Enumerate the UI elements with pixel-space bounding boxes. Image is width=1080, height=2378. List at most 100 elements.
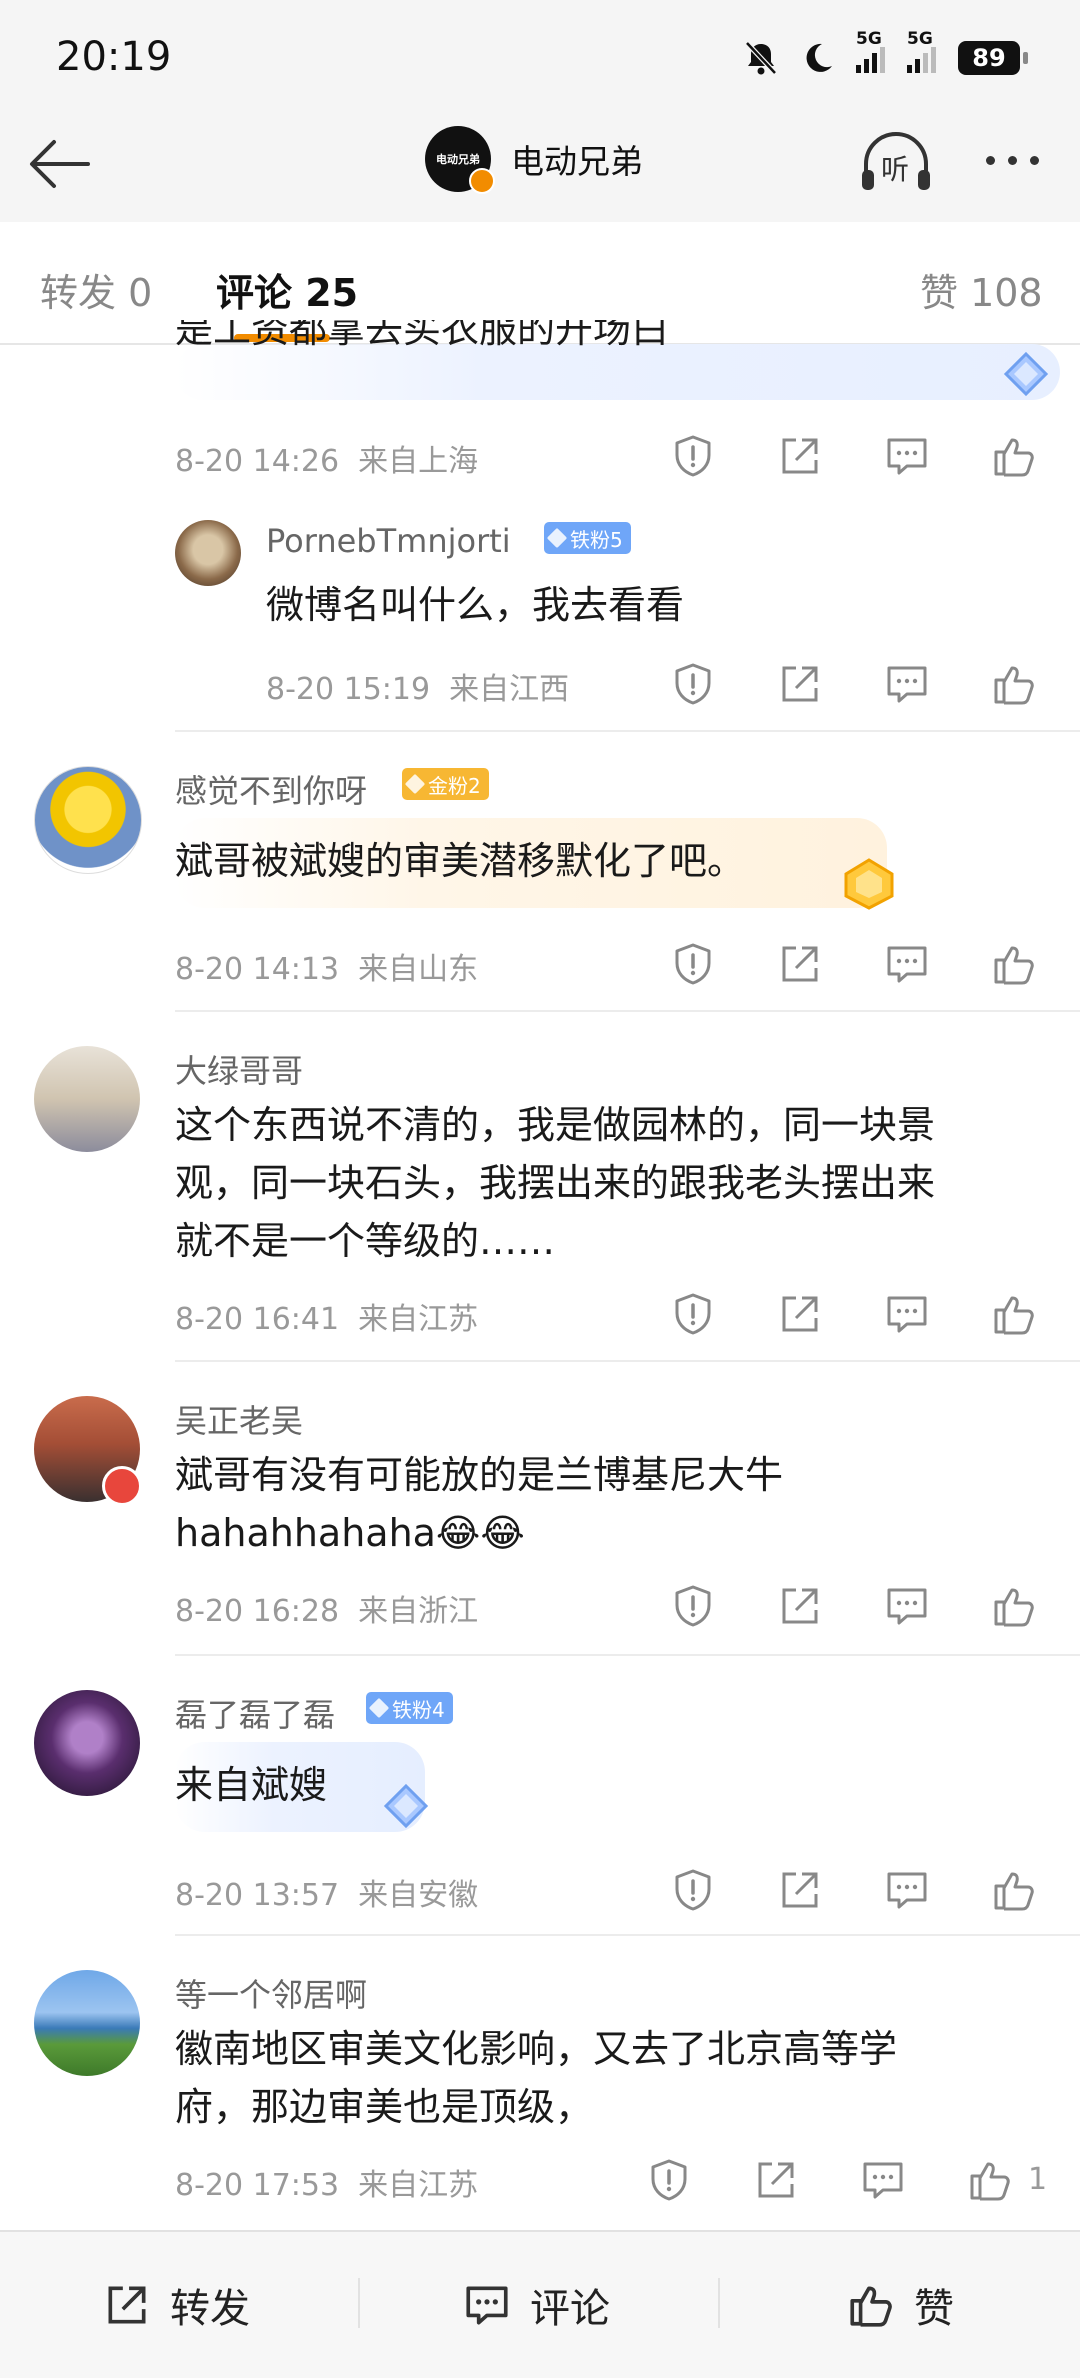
listen-button[interactable]: 听	[858, 130, 934, 196]
badge-label: 铁粉4	[392, 1697, 445, 1722]
divider	[358, 2278, 360, 2328]
comment-time: 8-20 16:28 来自浙江	[175, 1586, 478, 1630]
moon-icon	[806, 43, 832, 72]
reply-username[interactable]: PornebTmnjorti	[266, 522, 511, 560]
status-icons: 5G 5G 89	[744, 29, 1028, 80]
repost-button[interactable]: 转发	[102, 2276, 250, 2334]
comment-line: 斌哥有没有可能放的是兰博基尼大牛	[175, 1453, 784, 1497]
comment-icon[interactable]	[883, 940, 931, 988]
avatar[interactable]	[34, 1046, 140, 1152]
account-avatar[interactable]: 电动兄弟	[425, 126, 495, 194]
comment-username[interactable]: 磊了磊了磊	[175, 1690, 335, 1736]
comment-location: 来自安徽	[358, 1878, 479, 1913]
share-icon	[108, 2286, 146, 2324]
more-icon[interactable]	[986, 156, 1039, 165]
reply-time: 8-20 15:19 来自江西	[266, 664, 569, 708]
signal-icon: 5G	[856, 29, 885, 73]
comment-location: 来自上海	[358, 444, 479, 479]
back-arrow-icon[interactable]	[24, 128, 96, 200]
comment-date: 8-20 14:26	[175, 444, 340, 479]
signal-icon: 5G	[907, 29, 936, 73]
comment-time: 8-20 14:13 来自山东	[175, 944, 478, 988]
report-icon[interactable]	[669, 660, 717, 708]
comment-line: 徽南地区审美文化影响，又去了北京高等学	[175, 2027, 898, 2071]
badge-label: 铁粉5	[570, 527, 623, 552]
comment-line: 观，同一块石头，我摆出来的跟我老头摆出来	[175, 1161, 936, 1205]
fan-badge[interactable]: 铁粉4	[366, 1692, 453, 1724]
status-time: 20:19	[56, 34, 172, 80]
like-icon[interactable]	[990, 1582, 1038, 1630]
like-icon[interactable]	[966, 2156, 1014, 2204]
tab-repost[interactable]: 转发 0	[40, 262, 152, 317]
comment-icon	[466, 2286, 508, 2325]
comment-text: 斌哥被斌嫂的审美潜移默化了吧。	[175, 839, 746, 883]
share-icon[interactable]	[776, 660, 824, 708]
comment-icon[interactable]	[883, 660, 931, 708]
comment-username[interactable]: 吴正老吴	[175, 1396, 303, 1442]
share-icon[interactable]	[776, 432, 824, 480]
share-icon[interactable]	[776, 1290, 824, 1338]
comment-button[interactable]: 评论	[462, 2276, 610, 2334]
badge-icon	[102, 1466, 142, 1506]
like-icon[interactable]	[990, 660, 1038, 708]
logo-text: 电动兄弟	[436, 153, 480, 166]
tab-likes[interactable]: 赞 108	[920, 262, 1043, 317]
badge-label: 金粉2	[428, 773, 481, 798]
report-icon[interactable]	[669, 432, 717, 480]
avatar[interactable]	[175, 520, 241, 586]
comment-icon[interactable]	[883, 1866, 931, 1914]
report-icon[interactable]	[645, 2156, 693, 2204]
comment-date: 8-20 16:41	[175, 1302, 340, 1337]
like-label: 赞	[914, 2286, 954, 2332]
comment-icon[interactable]	[883, 1582, 931, 1630]
header-account[interactable]: 电动兄弟 电动兄弟	[425, 126, 643, 194]
fan-badge[interactable]: 金粉2	[402, 768, 489, 800]
avatar[interactable]	[34, 1690, 140, 1796]
battery-icon: 89	[958, 41, 1028, 75]
report-icon[interactable]	[669, 1866, 717, 1914]
like-icon[interactable]	[990, 432, 1038, 480]
report-icon[interactable]	[669, 1582, 717, 1630]
report-icon[interactable]	[669, 940, 717, 988]
comment-date: 8-20 14:13	[175, 952, 340, 987]
fan-badge[interactable]: 铁粉5	[544, 522, 631, 554]
comment-location: 来自浙江	[358, 1594, 479, 1629]
comment-date: 8-20 15:19	[266, 672, 431, 707]
share-icon[interactable]	[776, 1866, 824, 1914]
comment-icon[interactable]	[883, 432, 931, 480]
comment-time: 8-20 16:41 来自江苏	[175, 1294, 478, 1338]
like-icon[interactable]	[990, 1290, 1038, 1338]
comment-username[interactable]: 感觉不到你呀	[175, 766, 367, 812]
divider	[718, 2278, 720, 2328]
comment-icon[interactable]	[883, 1290, 931, 1338]
tab-comments[interactable]: 评论 25	[216, 262, 358, 317]
divider	[175, 730, 1080, 732]
comment-label: 评论	[530, 2286, 610, 2332]
avatar[interactable]	[34, 1970, 140, 2076]
comment-time: 8-20 17:53 来自江苏	[175, 2160, 478, 2204]
avatar[interactable]	[34, 766, 142, 874]
verified-badge-icon	[469, 168, 495, 194]
comment-line: 这个东西说不清的，我是做园林的，同一块景	[175, 1103, 936, 1147]
comment-location: 来自江苏	[358, 1302, 479, 1337]
comment-time: 8-20 14:26 来自上海	[175, 436, 478, 480]
report-icon[interactable]	[669, 1290, 717, 1338]
diamond-badge-icon	[383, 1783, 429, 1829]
comment-line: hahahhahaha😂😂	[175, 1511, 525, 1555]
gold-gem-badge-icon	[844, 858, 894, 910]
comment-username[interactable]: 大绿哥哥	[175, 1046, 303, 1092]
comment-location: 来自江苏	[358, 2168, 479, 2203]
comment-username[interactable]: 等一个邻居啊	[175, 1970, 367, 2016]
network-label: 5G	[907, 29, 933, 49]
comment-line: 就不是一个等级的……	[175, 1219, 556, 1263]
like-icon[interactable]	[990, 1866, 1038, 1914]
comment-icon[interactable]	[859, 2156, 907, 2204]
like-button[interactable]: 赞	[846, 2276, 954, 2334]
share-icon[interactable]	[776, 940, 824, 988]
like-icon[interactable]	[990, 940, 1038, 988]
comment-location: 来自江西	[449, 672, 570, 707]
comment-date: 8-20 13:57	[175, 1878, 340, 1913]
divider	[175, 1360, 1080, 1362]
share-icon[interactable]	[752, 2156, 800, 2204]
share-icon[interactable]	[776, 1582, 824, 1630]
